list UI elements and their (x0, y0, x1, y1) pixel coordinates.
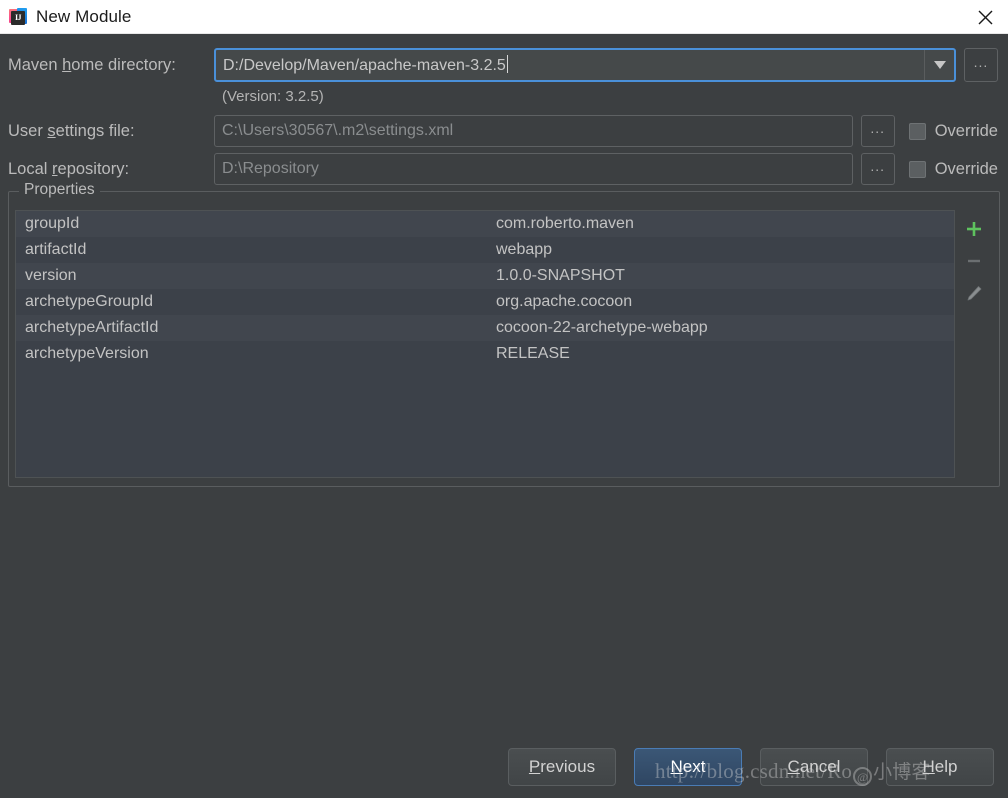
table-row[interactable]: archetypeVersion RELEASE (16, 341, 954, 367)
table-row[interactable]: groupId com.roberto.maven (16, 211, 954, 237)
properties-group-title: Properties (19, 181, 100, 199)
property-key: archetypeGroupId (25, 293, 154, 310)
user-settings-input[interactable]: C:\Users\30567\.m2\settings.xml (214, 115, 853, 147)
add-property-button[interactable] (959, 214, 989, 244)
dialog-button-bar: Previous Next Cancel Help (0, 736, 1008, 798)
local-repository-label: Local repository: (8, 159, 130, 178)
maven-home-combobox[interactable]: D:/Develop/Maven/apache-maven-3.2.5 (214, 48, 956, 82)
properties-table[interactable]: groupId com.roberto.maven artifactId web… (15, 210, 955, 478)
user-settings-row: User settings file: C:\Users\30567\.m2\s… (6, 115, 998, 147)
properties-toolbar (955, 210, 993, 478)
user-settings-override-checkbox[interactable] (908, 122, 926, 140)
property-key: version (25, 267, 77, 284)
maven-home-row: Maven home directory: D:/Develop/Maven/a… (6, 48, 998, 82)
table-row[interactable]: archetypeGroupId org.apache.cocoon (16, 289, 954, 315)
local-repository-override-checkbox[interactable] (908, 160, 926, 178)
local-repository-input[interactable]: D:\Repository (214, 153, 853, 185)
property-key: archetypeVersion (25, 345, 149, 362)
local-repository-override[interactable]: Override (908, 159, 998, 179)
user-settings-mnemonic: s (47, 121, 56, 140)
local-repository-override-label: Override (934, 159, 998, 178)
maven-home-mnemonic: h (62, 55, 72, 74)
chevron-down-icon[interactable] (924, 50, 954, 80)
intellij-idea-icon: IJ (9, 7, 27, 26)
close-icon[interactable] (962, 0, 1008, 34)
property-key: groupId (25, 215, 80, 232)
text-caret (506, 55, 508, 73)
property-value: org.apache.cocoon (496, 293, 633, 310)
property-value: cocoon-22-archetype-webapp (496, 319, 708, 336)
user-settings-browse-button[interactable]: ... (860, 115, 895, 147)
remove-property-button[interactable] (959, 246, 989, 276)
property-value: webapp (496, 241, 553, 258)
user-settings-label: User settings file: (8, 121, 135, 140)
property-key: archetypeArtifactId (25, 319, 159, 336)
maven-settings-form: Maven home directory: D:/Develop/Maven/a… (0, 34, 1008, 185)
next-button[interactable]: Next (634, 748, 742, 786)
edit-property-pencil-icon[interactable] (959, 278, 989, 308)
maven-home-label: Maven home directory: (8, 55, 176, 74)
help-button[interactable]: Help (886, 748, 994, 786)
property-value: RELEASE (496, 345, 570, 362)
property-key: artifactId (25, 241, 87, 258)
local-repository-browse-button[interactable]: ... (860, 153, 895, 185)
property-value: com.roberto.maven (496, 215, 634, 232)
cancel-button[interactable]: Cancel (760, 748, 868, 786)
window-title: New Module (36, 6, 132, 26)
table-row[interactable]: archetypeArtifactId cocoon-22-archetype-… (16, 315, 954, 341)
user-settings-override-label: Override (934, 121, 998, 140)
title-bar: IJ New Module (0, 0, 1008, 34)
properties-group: Properties groupId com.roberto.maven art… (8, 181, 1000, 487)
property-value: 1.0.0-SNAPSHOT (496, 267, 625, 284)
previous-button[interactable]: Previous (508, 748, 616, 786)
local-repository-row: Local repository: D:\Repository ... Over… (6, 153, 998, 185)
table-empty-area[interactable] (16, 367, 954, 477)
maven-version-note: (Version: 3.2.5) (222, 88, 324, 105)
user-settings-override[interactable]: Override (908, 121, 998, 141)
maven-home-value: D:/Develop/Maven/apache-maven-3.2.5 (223, 57, 506, 74)
table-row[interactable]: artifactId webapp (16, 237, 954, 263)
new-module-dialog: Maven home directory: D:/Develop/Maven/a… (0, 34, 1008, 798)
maven-home-browse-button[interactable]: ... (964, 48, 998, 82)
table-row[interactable]: version 1.0.0-SNAPSHOT (16, 263, 954, 289)
